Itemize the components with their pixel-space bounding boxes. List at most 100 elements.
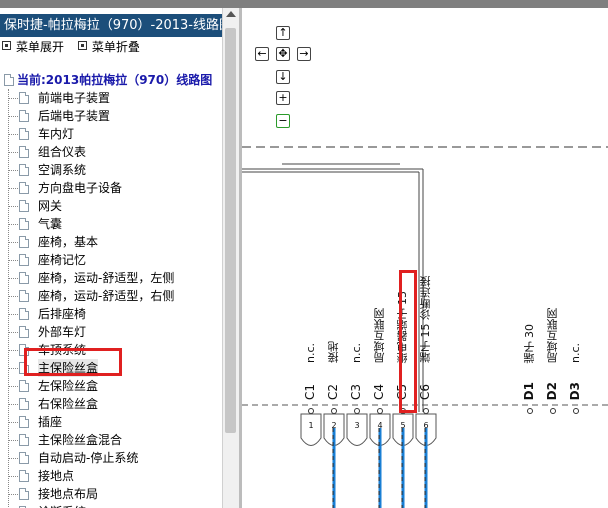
tree-item[interactable]: 座椅，基本 [0, 233, 222, 251]
tree-item[interactable]: 空调系统 [0, 161, 222, 179]
tree-item[interactable]: 座椅，运动-舒适型，右侧 [0, 287, 222, 305]
tree-item[interactable]: 后端电子装置 [0, 107, 222, 125]
pin-label: D2 [545, 381, 559, 400]
current-root-label: 当前:2013帕拉梅拉（970）线路图 [17, 73, 213, 87]
tree-branch-line [9, 350, 18, 351]
document-icon [19, 218, 29, 230]
menu-expand-link[interactable]: 菜单展开 [16, 40, 64, 54]
tree-item[interactable]: 外部车灯 [0, 323, 222, 341]
signal-label: 端子 15 诊断连接 [419, 276, 432, 363]
tree-branch-line [9, 206, 18, 207]
menu-scrollbar[interactable] [222, 8, 239, 508]
tree-branch-line [9, 368, 18, 369]
scroll-up-arrow-icon[interactable] [226, 11, 236, 17]
tree-item[interactable]: 右保险丝盒 [0, 395, 222, 413]
tree-item[interactable]: 组合仪表 [0, 143, 222, 161]
tree-item-label: 空调系统 [38, 163, 87, 177]
tree-item-label: 插座 [38, 415, 63, 429]
menu-title-bar: 保时捷-帕拉梅拉（970）-2013-线路图 [0, 14, 222, 37]
tree-item-label: 座椅，运动-舒适型，左侧 [38, 271, 175, 285]
pin-label: C3 [349, 383, 363, 400]
menu-collapse-link[interactable]: 菜单折叠 [92, 40, 140, 54]
tree-branch-line [9, 296, 18, 297]
tree-item-label: 外部车灯 [38, 325, 87, 339]
pin-hole [550, 408, 556, 414]
scrollbar-thumb[interactable] [225, 28, 236, 433]
tree-item-label: 接地点 [38, 469, 75, 483]
document-icon [19, 452, 29, 464]
document-icon [19, 200, 29, 212]
document-icon [19, 488, 29, 500]
pin-hole [423, 408, 429, 414]
tree-item[interactable]: 诊断系统 [0, 503, 222, 508]
pin-label: C4 [372, 383, 386, 400]
terminal-number: 1 [308, 421, 314, 430]
pin-hole [377, 408, 383, 414]
pin-terminals [300, 408, 579, 446]
document-icon [19, 470, 29, 482]
tree-item-label: 座椅，基本 [38, 235, 99, 249]
document-icon [19, 110, 29, 122]
pin-label: C6 [418, 383, 432, 400]
document-icon [19, 398, 29, 410]
document-icon [4, 74, 14, 86]
tree-item[interactable]: 左保险丝盒 [0, 377, 222, 395]
tree-item[interactable]: 插座 [0, 413, 222, 431]
pin-label: D3 [568, 381, 582, 400]
tree-item-label: 座椅，运动-舒适型，右侧 [38, 289, 175, 303]
left-menu-panel: 保时捷-帕拉梅拉（970）-2013-线路图 菜单展开 菜单折叠 当前:2013… [0, 8, 222, 508]
tree-item[interactable]: 座椅记忆 [0, 251, 222, 269]
tree-item[interactable]: 气囊 [0, 215, 222, 233]
document-icon [19, 326, 29, 338]
tree-branch-line [9, 242, 18, 243]
document-icon [19, 290, 29, 302]
document-icon [19, 182, 29, 194]
tree-branch-line [9, 260, 18, 261]
terminal-number: 3 [354, 421, 360, 430]
current-root-node[interactable]: 当前:2013帕拉梅拉（970）线路图 [4, 72, 212, 88]
tree-item[interactable]: 主保险丝盒混合 [0, 431, 222, 449]
tree-item-label: 车内灯 [38, 127, 75, 141]
tree-branch-line [9, 458, 18, 459]
tree-item-label: 主保险丝盒混合 [38, 433, 123, 447]
tree-item-label: 右保险丝盒 [38, 397, 99, 411]
tree-branch-line [9, 152, 18, 153]
tree-item[interactable]: 接地点 [0, 467, 222, 485]
tree-item[interactable]: 自动启动-停止系统 [0, 449, 222, 467]
tree-item[interactable]: 车内灯 [0, 125, 222, 143]
signal-label: n.c. [350, 342, 363, 363]
tree-item[interactable]: 方向盘电子设备 [0, 179, 222, 197]
document-icon [19, 254, 29, 266]
tree-branch-line [9, 278, 18, 279]
tree-branch-line [9, 422, 18, 423]
tree-branch-line [9, 332, 18, 333]
tree-item[interactable]: 前端电子装置 [0, 89, 222, 107]
wiring-diagram-viewer[interactable]: ↑ ← ✥ → ↓ + − n.c. 接地 n.c. 局域互联网 继电器端子 15 端子 … [242, 8, 608, 508]
tree-branch-line [9, 224, 18, 225]
collapse-icon[interactable] [77, 41, 87, 50]
tree-item-label: 接地点布局 [38, 487, 99, 501]
tree-branch-line [9, 386, 18, 387]
tree-item-label: 后排座椅 [38, 307, 87, 321]
document-icon [19, 416, 29, 428]
signal-label: 端子 30 [523, 323, 536, 364]
tree-item[interactable]: 网关 [0, 197, 222, 215]
menu-tree: 前端电子装置 后端电子装置车内灯组合仪表空调系统方向盘电子设备网关气囊座椅，基本座… [0, 89, 222, 508]
tree-branch-line [9, 188, 18, 189]
tree-item-label: 气囊 [38, 217, 63, 231]
tree-branch-line [9, 98, 18, 99]
tree-item[interactable]: 座椅，运动-舒适型，左侧 [0, 269, 222, 287]
signal-label: n.c. [304, 342, 317, 363]
highlight-box-terminal-15 [399, 270, 417, 413]
document-icon [19, 272, 29, 284]
tree-item[interactable]: 接地点布局 [0, 485, 222, 503]
tree-item[interactable]: 后排座椅 [0, 305, 222, 323]
signal-label: n.c. [569, 342, 582, 363]
pin-hole [308, 408, 314, 414]
menu-controls: 菜单展开 菜单折叠 [2, 38, 150, 56]
tree-item-label: 方向盘电子设备 [38, 181, 123, 195]
document-icon [19, 164, 29, 176]
tree-item-label: 自动启动-停止系统 [38, 451, 139, 465]
tree-branch-line [9, 476, 18, 477]
expand-icon[interactable] [2, 41, 11, 50]
